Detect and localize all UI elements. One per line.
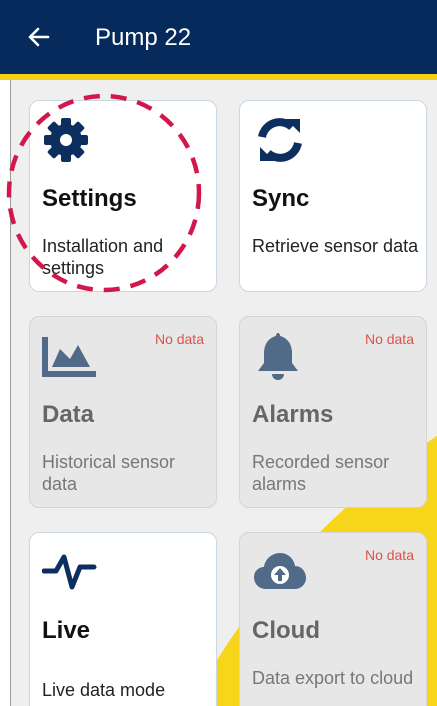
no-data-badge: No data: [154, 331, 204, 347]
no-data-badge: No data: [364, 547, 414, 563]
card-title: Alarms: [252, 401, 334, 428]
card-description: Historical sensor data: [42, 452, 176, 494]
heartbeat-icon: [42, 554, 97, 590]
settings-card[interactable]: Settings Installation and settings: [29, 100, 217, 292]
area-chart-icon: [42, 337, 96, 377]
data-card[interactable]: No data Data Historical sensor data: [29, 316, 217, 508]
card-description: Installation and settings: [42, 236, 164, 278]
card-title: Sync: [252, 185, 310, 212]
card-title: Live: [42, 617, 91, 644]
bell-icon: [258, 333, 298, 380]
card-description: Data export to cloud: [252, 668, 414, 688]
app-header: Pump 22: [0, 0, 437, 74]
alarms-card[interactable]: No data Alarms Recorded sensor alarms: [239, 316, 427, 508]
sync-icon: [258, 118, 302, 162]
card-description: Retrieve sensor data: [252, 236, 419, 256]
card-description: Recorded sensor alarms: [252, 452, 390, 494]
no-data-badge: No data: [364, 331, 414, 347]
card-description: Live data mode: [42, 680, 166, 700]
gear-icon: [44, 118, 88, 162]
arrow-left-icon: [28, 27, 50, 47]
card-title: Settings: [42, 185, 137, 212]
card-title: Data: [42, 401, 95, 428]
page-title: Pump 22: [95, 24, 192, 51]
live-card[interactable]: Live Live data mode: [29, 532, 217, 706]
cloud-upload-icon: [254, 553, 306, 589]
back-button[interactable]: [24, 22, 54, 52]
card-title: Cloud: [252, 617, 320, 644]
sync-card[interactable]: Sync Retrieve sensor data: [239, 100, 427, 292]
menu-grid: Settings Installation and settings Sync …: [10, 80, 437, 706]
cloud-card[interactable]: No data Cloud Data export to cloud: [239, 532, 427, 706]
